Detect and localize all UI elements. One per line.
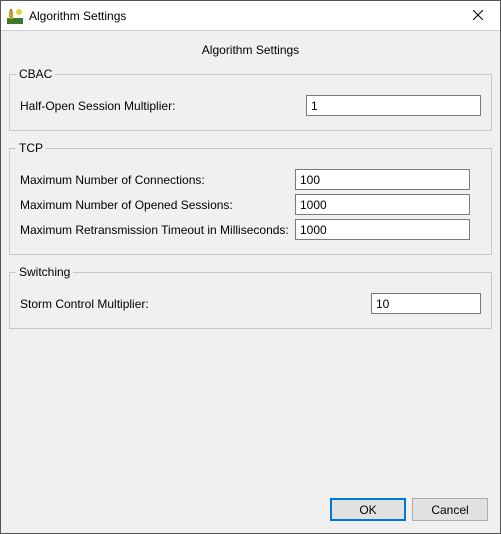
max-rto-label: Maximum Retransmission Timeout in Millis… — [20, 223, 295, 237]
storm-input[interactable] — [371, 293, 481, 314]
storm-label: Storm Control Multiplier: — [20, 297, 149, 311]
title-bar: Algorithm Settings — [1, 1, 500, 31]
field-half-open: Half-Open Session Multiplier: — [20, 95, 481, 116]
half-open-label: Half-Open Session Multiplier: — [20, 99, 175, 113]
field-max-sess: Maximum Number of Opened Sessions: — [20, 194, 481, 215]
max-rto-input[interactable] — [295, 219, 470, 240]
dialog-window: Algorithm Settings Algorithm Settings CB… — [0, 0, 501, 534]
max-conn-label: Maximum Number of Connections: — [20, 173, 295, 187]
group-tcp: TCP Maximum Number of Connections: Maxim… — [9, 141, 492, 255]
app-icon — [7, 8, 23, 24]
window-title: Algorithm Settings — [29, 9, 126, 23]
max-sess-input[interactable] — [295, 194, 470, 215]
ok-button[interactable]: OK — [330, 498, 406, 521]
page-title: Algorithm Settings — [9, 39, 492, 67]
field-max-conn: Maximum Number of Connections: — [20, 169, 481, 190]
button-bar: OK Cancel — [9, 488, 492, 525]
group-cbac: CBAC Half-Open Session Multiplier: — [9, 67, 492, 131]
group-switching-legend: Switching — [16, 265, 73, 279]
group-switching: Switching Storm Control Multiplier: — [9, 265, 492, 329]
group-tcp-legend: TCP — [16, 141, 46, 155]
max-conn-input[interactable] — [295, 169, 470, 190]
field-max-rto: Maximum Retransmission Timeout in Millis… — [20, 219, 481, 240]
client-area: Algorithm Settings CBAC Half-Open Sessio… — [1, 31, 500, 533]
close-button[interactable] — [456, 1, 500, 30]
close-icon — [473, 8, 483, 23]
field-storm: Storm Control Multiplier: — [20, 293, 481, 314]
cancel-button[interactable]: Cancel — [412, 498, 488, 521]
max-sess-label: Maximum Number of Opened Sessions: — [20, 198, 295, 212]
group-cbac-legend: CBAC — [16, 67, 55, 81]
half-open-input[interactable] — [306, 95, 481, 116]
